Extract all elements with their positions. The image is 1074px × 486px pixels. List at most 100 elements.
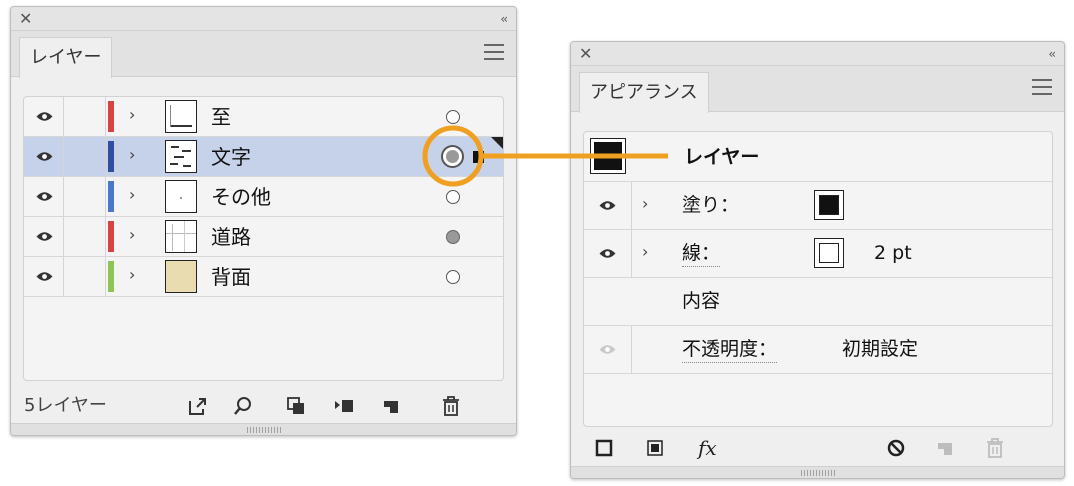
layer-thumbnail bbox=[165, 180, 197, 213]
layer-swatch bbox=[590, 138, 626, 174]
lock-toggle[interactable] bbox=[64, 137, 106, 176]
search-icon[interactable] bbox=[232, 395, 254, 417]
target-icon[interactable] bbox=[446, 230, 460, 244]
collapse-icon[interactable]: ‹‹ bbox=[500, 10, 507, 28]
clipping-mask-icon[interactable] bbox=[285, 395, 307, 417]
layer-color-bar bbox=[108, 101, 114, 132]
visibility-toggle[interactable] bbox=[24, 217, 64, 256]
appearance-list: レイヤー › 塗り： › 線： 2 pt 内容 不透明度： 初期設定 bbox=[583, 131, 1053, 427]
layers-tabrow: レイヤー bbox=[11, 31, 516, 78]
chevron-right-icon[interactable]: › bbox=[129, 265, 135, 285]
move-selection-icon[interactable] bbox=[333, 395, 355, 417]
layer-thumbnail bbox=[165, 220, 197, 253]
tab-appearance[interactable]: アピアランス bbox=[579, 72, 709, 113]
selection-indicator[interactable] bbox=[473, 151, 484, 163]
visibility-toggle[interactable] bbox=[24, 177, 64, 216]
layers-footer: 5レイヤー bbox=[11, 387, 516, 427]
layer-color-bar bbox=[108, 261, 114, 292]
new-layer-icon[interactable] bbox=[380, 395, 402, 417]
layer-name[interactable]: 至 bbox=[211, 104, 231, 130]
target-icon[interactable] bbox=[446, 190, 460, 204]
lock-toggle[interactable] bbox=[64, 257, 106, 296]
trash-icon[interactable] bbox=[440, 395, 462, 417]
current-layer-indicator bbox=[491, 137, 503, 149]
tab-layers[interactable]: レイヤー bbox=[19, 37, 113, 78]
appearance-panel: ✕ ‹‹ アピアランス レイヤー › 塗り： › 線： 2 pt 内容 不透明度… bbox=[570, 41, 1065, 479]
export-icon[interactable] bbox=[187, 395, 209, 417]
layer-row[interactable]: › 文字 bbox=[24, 137, 503, 177]
visibility-toggle[interactable] bbox=[24, 97, 64, 136]
layer-thumbnail bbox=[165, 140, 197, 173]
close-icon[interactable]: ✕ bbox=[579, 44, 592, 64]
chevron-right-icon[interactable]: › bbox=[129, 105, 135, 125]
eye-icon[interactable] bbox=[599, 200, 616, 211]
lock-toggle[interactable] bbox=[64, 217, 106, 256]
eye-icon[interactable] bbox=[36, 191, 53, 202]
add-stroke-icon[interactable] bbox=[593, 437, 615, 459]
contents-row[interactable]: 内容 bbox=[584, 278, 1052, 326]
lock-toggle[interactable] bbox=[64, 97, 106, 136]
layer-name[interactable]: 道路 bbox=[211, 224, 251, 250]
eye-icon[interactable] bbox=[36, 151, 53, 162]
trash-icon bbox=[987, 438, 1003, 458]
layer-count: 5レイヤー bbox=[24, 395, 107, 416]
appearance-tabrow: アピアランス bbox=[571, 66, 1064, 113]
layer-name[interactable]: 背面 bbox=[211, 264, 251, 290]
fill-row[interactable]: › 塗り： bbox=[584, 182, 1052, 230]
stroke-label[interactable]: 線： bbox=[682, 240, 721, 267]
eye-icon[interactable] bbox=[36, 111, 53, 122]
target-icon[interactable] bbox=[446, 110, 460, 124]
layer-row[interactable]: › 道路 bbox=[24, 217, 503, 257]
visibility-toggle[interactable] bbox=[24, 137, 64, 176]
lock-toggle[interactable] bbox=[64, 177, 106, 216]
close-icon[interactable]: ✕ bbox=[19, 9, 32, 29]
clear-icon[interactable] bbox=[885, 437, 907, 459]
layer-thumbnail bbox=[165, 100, 197, 133]
opacity-value: 初期設定 bbox=[842, 338, 919, 360]
chevron-right-icon[interactable]: › bbox=[642, 194, 648, 214]
layer-row[interactable]: › 背面 bbox=[24, 257, 503, 297]
chevron-right-icon[interactable]: › bbox=[129, 225, 135, 245]
layer-list: › 至 › 文字 › その他 › 道路 › 背面 bbox=[23, 96, 504, 381]
eye-icon[interactable] bbox=[599, 344, 616, 355]
chevron-right-icon[interactable]: › bbox=[642, 242, 648, 262]
resize-grip[interactable] bbox=[571, 466, 1064, 478]
fill-label: 塗り： bbox=[682, 194, 740, 216]
chevron-right-icon[interactable]: › bbox=[129, 145, 135, 165]
contents-label: 内容 bbox=[682, 290, 721, 312]
resize-grip[interactable] bbox=[11, 423, 516, 435]
panel-menu-icon[interactable] bbox=[1032, 79, 1052, 95]
layers-titlebar: ✕ ‹‹ bbox=[11, 7, 516, 31]
layer-color-bar bbox=[108, 221, 114, 252]
layer-row[interactable]: › その他 bbox=[24, 177, 503, 217]
eye-icon[interactable] bbox=[599, 248, 616, 259]
layer-color-bar bbox=[108, 181, 114, 212]
appearance-header-row[interactable]: レイヤー bbox=[584, 132, 1052, 182]
layer-name[interactable]: 文字 bbox=[211, 144, 251, 170]
fill-swatch[interactable] bbox=[814, 190, 844, 220]
appearance-target-name: レイヤー bbox=[684, 146, 760, 168]
layer-row[interactable]: › 至 bbox=[24, 97, 503, 137]
opacity-row[interactable]: 不透明度： 初期設定 bbox=[584, 326, 1052, 374]
visibility-toggle[interactable] bbox=[24, 257, 64, 296]
add-fill-icon[interactable] bbox=[644, 437, 666, 459]
fx-icon[interactable]: fx bbox=[698, 436, 717, 460]
panel-menu-icon[interactable] bbox=[484, 44, 504, 60]
appearance-footer: fx bbox=[571, 432, 1064, 468]
stroke-weight[interactable]: 2 pt bbox=[874, 240, 912, 266]
stroke-row[interactable]: › 線： 2 pt bbox=[584, 230, 1052, 278]
layer-color-bar bbox=[108, 141, 114, 172]
layer-name[interactable]: その他 bbox=[211, 184, 271, 210]
layers-panel: ✕ ‹‹ レイヤー › 至 › 文字 › その他 › 道路 › 背面 5レイヤー bbox=[10, 6, 517, 436]
collapse-icon[interactable]: ‹‹ bbox=[1048, 45, 1055, 63]
eye-icon[interactable] bbox=[36, 271, 53, 282]
eye-icon[interactable] bbox=[36, 231, 53, 242]
stroke-swatch[interactable] bbox=[814, 238, 844, 268]
appearance-titlebar: ✕ ‹‹ bbox=[571, 42, 1064, 66]
target-icon[interactable] bbox=[441, 145, 464, 168]
target-icon[interactable] bbox=[446, 270, 460, 284]
chevron-right-icon[interactable]: › bbox=[129, 185, 135, 205]
opacity-label[interactable]: 不透明度： bbox=[682, 336, 778, 363]
duplicate-icon bbox=[938, 443, 952, 455]
layer-thumbnail bbox=[165, 260, 197, 293]
